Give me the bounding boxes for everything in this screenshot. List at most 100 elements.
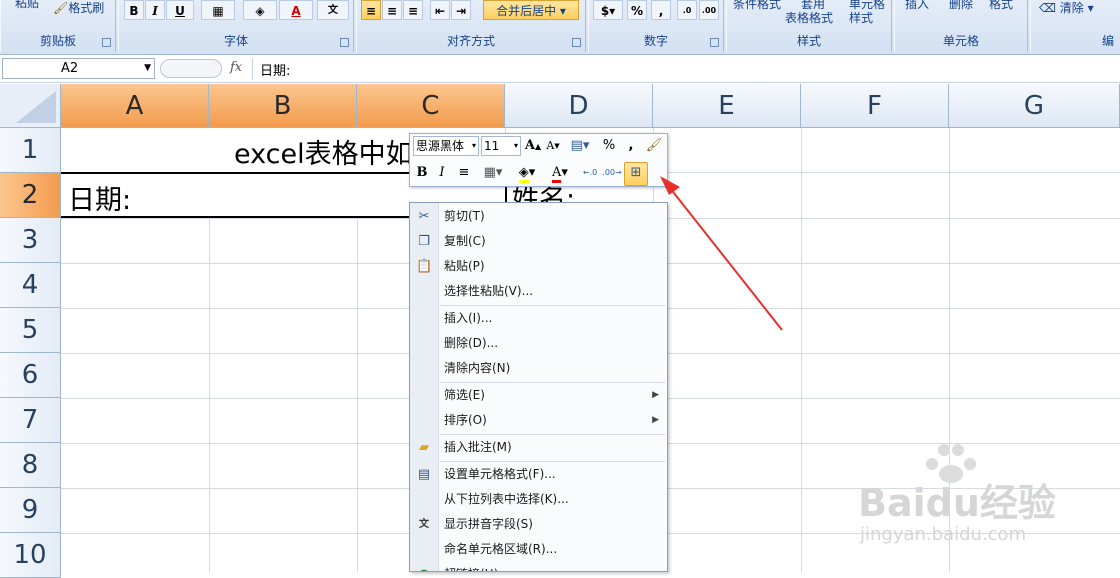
percent-button[interactable]: % — [600, 136, 618, 156]
number-launcher-icon[interactable] — [710, 38, 719, 47]
decrease-indent-icon[interactable]: ⇤ — [430, 0, 450, 20]
row-header-2[interactable]: 2 — [0, 173, 61, 218]
clipboard-group: 粘贴 🖌格式刷 剪贴板 — [0, 0, 116, 52]
menu-item-define-name[interactable]: 命名单元格区域(R)... — [410, 537, 667, 562]
mini-font-select[interactable]: 思源黑体 ▾ — [413, 136, 479, 156]
menu-item-hyperlink[interactable]: ● 超链接(H)... — [410, 562, 667, 571]
column-header-g[interactable]: G — [949, 84, 1120, 128]
column-header-d[interactable]: D — [505, 84, 653, 128]
formula-bar-resize-handle[interactable] — [160, 59, 222, 78]
conditional-format-button[interactable]: 条件格式 — [733, 0, 781, 14]
merge-center-button[interactable]: 合并后居中 ▾ — [483, 0, 579, 20]
column-header-f[interactable]: F — [801, 84, 949, 128]
menu-item-paste[interactable]: 📋 粘贴(P) — [410, 254, 667, 279]
row-header-1[interactable]: 1 — [0, 128, 61, 173]
fill-color-icon[interactable]: ◈ — [243, 0, 277, 20]
align-right-icon[interactable]: ≡ — [403, 0, 423, 20]
insert-cells-button[interactable]: 插入 — [905, 0, 929, 14]
row-header-9[interactable]: 9 — [0, 488, 61, 533]
row-header-5[interactable]: 5 — [0, 308, 61, 353]
accounting-format-icon[interactable]: ▤▾ — [567, 136, 593, 156]
borders-icon[interactable]: ▦▾ — [480, 163, 506, 183]
font-group: B I U ▦ ◈ A 文 字体 — [118, 0, 354, 52]
format-painter-button[interactable]: 🖌格式刷 — [53, 0, 104, 18]
shrink-font-icon[interactable]: A▼ — [544, 136, 562, 156]
alignment-launcher-icon[interactable] — [572, 38, 581, 47]
underline-button[interactable]: U — [166, 0, 194, 20]
menu-item-pick-from-list[interactable]: 从下拉列表中选择(K)... — [410, 487, 667, 512]
fill-color-icon[interactable]: ◈▾ — [513, 163, 541, 183]
row-header-3[interactable]: 3 — [0, 218, 61, 263]
alignment-group: ≡ ≡ ≡ ⇤ ⇥ 合并后居中 ▾ 对齐方式 — [356, 0, 586, 52]
alignment-group-label: 对齐方式 — [446, 34, 495, 48]
font-color-icon[interactable]: A▾ — [546, 163, 574, 183]
center-align-icon[interactable]: ≡ — [456, 163, 472, 183]
menu-item-show-phonetic[interactable]: 文 显示拼音字段(S) — [410, 512, 667, 537]
formula-input[interactable]: 日期: — [260, 60, 290, 79]
comma-button[interactable]: , — [651, 0, 671, 20]
increase-decimal-icon[interactable]: .0 — [677, 0, 697, 20]
cell-a2-value: 日期: — [68, 185, 132, 216]
menu-item-sort[interactable]: 排序(O) ▶ — [410, 408, 667, 433]
font-color-icon[interactable]: A — [279, 0, 313, 20]
column-header-b[interactable]: B — [209, 84, 357, 128]
delete-cells-button[interactable]: 删除 — [949, 0, 973, 14]
percent-button[interactable]: % — [627, 0, 647, 20]
chevron-down-icon: ▾ — [471, 141, 476, 150]
table-format-button[interactable]: 表格格式 — [785, 8, 833, 28]
menu-item-paste-special[interactable]: 选择性粘贴(V)... — [410, 279, 667, 304]
menu-item-copy[interactable]: ❐ 复制(C) — [410, 229, 667, 254]
menu-item-clear-contents[interactable]: 清除内容(N) — [410, 356, 667, 381]
column-header-c[interactable]: C — [357, 84, 505, 128]
menu-item-insert[interactable]: 插入(I)... — [410, 306, 667, 331]
increase-decimal-icon[interactable]: ←.0 — [580, 163, 600, 183]
menu-item-insert-comment[interactable]: ▰ 插入批注(M) — [410, 435, 667, 460]
menu-item-delete[interactable]: 删除(D)... — [410, 331, 667, 356]
hyperlink-icon: ● — [416, 567, 432, 571]
select-all-button[interactable] — [0, 84, 61, 128]
selected-cell-a2[interactable]: 日期: — [61, 172, 409, 218]
number-group: $▾ % , .0 .00 数字 — [588, 0, 724, 52]
phonetic-guide-icon[interactable]: 文 — [317, 0, 349, 20]
baidu-watermark: Baidu经验 jingyan.baidu.com — [858, 440, 1108, 560]
mini-size-select[interactable]: 11 ▾ — [481, 136, 521, 156]
menu-item-format-cells[interactable]: ▤ 设置单元格格式(F)... — [410, 462, 667, 487]
format-painter-icon[interactable]: 🖌 — [644, 136, 664, 156]
cell-style-button[interactable]: 样式 — [849, 8, 873, 28]
bold-button[interactable]: B — [414, 163, 430, 183]
paste-button[interactable]: 粘贴 — [15, 0, 39, 13]
bold-button[interactable]: B — [124, 0, 144, 20]
submenu-arrow-icon: ▶ — [652, 415, 659, 425]
accounting-format-icon[interactable]: $▾ — [593, 0, 623, 20]
align-center-icon[interactable]: ≡ — [382, 0, 402, 20]
menu-item-cut[interactable]: ✂ 剪切(T) — [410, 204, 667, 229]
decrease-decimal-icon[interactable]: .00 — [699, 0, 719, 20]
italic-button[interactable]: I — [145, 0, 165, 20]
row-header-7[interactable]: 7 — [0, 398, 61, 443]
clear-button[interactable]: ⌫ 清除 ▾ — [1039, 0, 1094, 18]
comma-button[interactable]: , — [624, 136, 638, 156]
increase-indent-icon[interactable]: ⇥ — [451, 0, 471, 20]
chevron-down-icon[interactable]: ▼ — [144, 59, 151, 78]
format-cells-button[interactable]: 格式 — [989, 0, 1013, 14]
column-header-e[interactable]: E — [653, 84, 801, 128]
row-header-6[interactable]: 6 — [0, 353, 61, 398]
font-launcher-icon[interactable] — [340, 38, 349, 47]
grow-font-icon[interactable]: A▲ — [524, 136, 542, 156]
row-header-4[interactable]: 4 — [0, 263, 61, 308]
name-box-value: A2 — [61, 61, 79, 76]
row-header-10[interactable]: 10 — [0, 533, 61, 578]
align-left-icon[interactable]: ≡ — [361, 0, 381, 20]
styles-group: 条件格式 套用 表格格式 单元格 样式 样式 — [726, 0, 892, 52]
name-box[interactable]: A2 ▼ — [2, 58, 155, 79]
menu-item-filter[interactable]: 筛选(E) ▶ — [410, 383, 667, 408]
italic-button[interactable]: I — [434, 163, 450, 183]
editing-group: ⌫ 清除 ▾ 编 — [1030, 0, 1120, 52]
borders-icon[interactable]: ▦ — [201, 0, 235, 20]
clipboard-launcher-icon[interactable] — [102, 38, 111, 47]
chevron-down-icon: ▾ — [513, 141, 518, 150]
column-header-a[interactable]: A — [61, 84, 209, 128]
row-header-8[interactable]: 8 — [0, 443, 61, 488]
cells-group-label: 单元格 — [942, 34, 979, 48]
insert-function-icon[interactable]: fx — [230, 60, 242, 75]
